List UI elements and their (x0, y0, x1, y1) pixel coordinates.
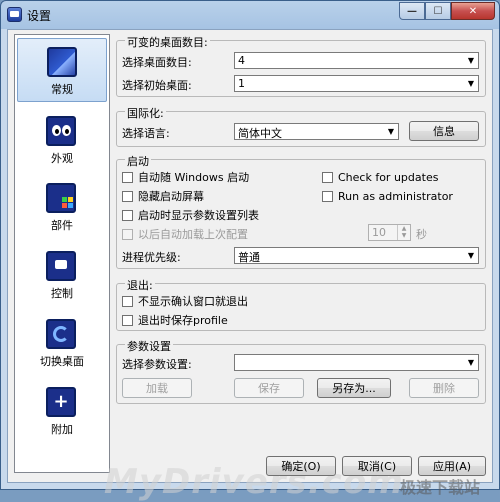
switch-desktop-icon (46, 319, 76, 349)
maximize-icon: ☐ (433, 5, 443, 17)
checkbox-label: 以后自动加载上次配置 (138, 228, 248, 241)
startup-group: 启动 自动随 Windows 启动 Check for updates 隐藏启动… (116, 153, 486, 269)
exit-group: 退出: 不显示确认窗口就退出 退出时保存profile (116, 277, 486, 331)
maximize-button[interactable]: ☐ (425, 2, 451, 20)
nav-item-widgets[interactable]: 部件 (17, 175, 107, 239)
checkbox-box[interactable] (122, 209, 133, 221)
checkbox-label: 隐藏启动屏幕 (138, 190, 204, 203)
select-value: 1 (238, 77, 245, 90)
chevron-down-icon[interactable]: ▼ (384, 124, 398, 139)
desktop-count-label: 选择桌面数目: (122, 56, 192, 69)
caption-buttons: — ☐ ✕ (399, 2, 495, 21)
eyes-icon (46, 116, 76, 146)
checkbox-box[interactable] (322, 190, 333, 202)
initial-desktop-select[interactable]: 1 ▼ (234, 75, 479, 92)
select-value: 4 (238, 54, 245, 67)
nav-item-addon[interactable]: + 附加 (17, 379, 107, 443)
addon-icon: + (46, 387, 76, 417)
delete-button[interactable]: 删除 (409, 378, 479, 398)
checkbox-box[interactable] (122, 314, 133, 326)
category-nav: 常规 外观 部件 控制 切换桌面 + 附加 (14, 34, 110, 473)
checkbox-box[interactable] (322, 171, 333, 183)
nav-item-control[interactable]: 控制 (17, 243, 107, 307)
close-button[interactable]: ✕ (451, 2, 495, 20)
checkbox-label: 不显示确认窗口就退出 (138, 295, 248, 308)
checkbox-box[interactable] (122, 190, 133, 202)
params-group: 参数设置 选择参数设置: ▼ 加载 保存 另存为... 删除 (116, 338, 486, 404)
language-label: 选择语言: (122, 127, 170, 140)
checkbox-label: 退出时保存profile (138, 314, 228, 327)
widgets-icon (46, 183, 76, 213)
nav-item-label: 切换桌面 (40, 355, 84, 368)
run-admin-checkbox[interactable]: Run as administrator (322, 189, 453, 203)
nav-item-label: 附加 (51, 423, 73, 436)
spinner-arrows[interactable]: ▲ ▼ (397, 225, 410, 240)
ok-button[interactable]: 确定(O) (266, 456, 336, 476)
app-icon (7, 7, 22, 22)
desktop-count-select[interactable]: 4 ▼ (234, 52, 479, 69)
chevron-down-icon[interactable]: ▼ (464, 76, 478, 91)
auto-start-checkbox[interactable]: 自动随 Windows 启动 (122, 170, 249, 184)
watermark-site: 极速下载站 (400, 478, 481, 497)
close-icon: ✕ (468, 5, 478, 17)
checkbox-label: Check for updates (338, 170, 439, 184)
language-select[interactable]: 简体中文 ▼ (234, 123, 399, 140)
group-title: 退出: (125, 277, 155, 293)
checkbox-label: 启动时显示参数设置列表 (138, 209, 259, 222)
nav-item-label: 控制 (51, 287, 73, 300)
hide-splash-checkbox[interactable]: 隐藏启动屏幕 (122, 189, 204, 203)
checkbox-box[interactable] (122, 228, 133, 240)
group-title: 可变的桌面数目: (125, 34, 210, 50)
minimize-button[interactable]: — (399, 2, 425, 20)
no-confirm-exit-checkbox[interactable]: 不显示确认窗口就退出 (122, 294, 248, 308)
params-select-label: 选择参数设置: (122, 358, 192, 371)
desktop-icon (47, 47, 77, 77)
group-title: 参数设置 (125, 338, 173, 354)
cancel-button[interactable]: 取消(C) (342, 456, 412, 476)
spin-down-icon[interactable]: ▼ (402, 232, 407, 239)
title-bar[interactable]: 设置 — ☐ ✕ (1, 1, 499, 29)
select-value: 简体中文 (238, 127, 282, 140)
chevron-down-icon[interactable]: ▼ (464, 355, 478, 370)
checkbox-box[interactable] (122, 171, 133, 183)
check-updates-checkbox[interactable]: Check for updates (322, 170, 438, 184)
save-profile-checkbox[interactable]: 退出时保存profile (122, 313, 228, 327)
auto-load-last-checkbox[interactable]: 以后自动加载上次配置 (122, 227, 248, 241)
nav-item-general[interactable]: 常规 (17, 38, 107, 102)
show-params-checkbox[interactable]: 启动时显示参数设置列表 (122, 208, 259, 222)
params-select[interactable]: ▼ (234, 354, 479, 371)
select-value: 普通 (238, 251, 260, 264)
checkbox-label: 自动随 Windows 启动 (138, 171, 250, 184)
window-title: 设置 (27, 9, 52, 23)
i18n-group: 国际化: 选择语言: 简体中文 ▼ 信息 (116, 105, 486, 147)
minimize-icon: — (407, 5, 417, 17)
control-icon (46, 251, 76, 281)
checkbox-box[interactable] (122, 295, 133, 307)
save-button[interactable]: 保存 (234, 378, 304, 398)
nav-item-label: 外观 (51, 152, 73, 165)
delay-spinner[interactable]: 10 ▲ ▼ (368, 224, 411, 241)
spinner-value: 10 (372, 226, 386, 239)
nav-item-label: 部件 (51, 219, 73, 232)
info-button[interactable]: 信息 (409, 121, 479, 141)
apply-button[interactable]: 应用(A) (418, 456, 486, 476)
priority-select[interactable]: 普通 ▼ (234, 247, 479, 264)
group-title: 启动 (125, 153, 151, 169)
group-title: 国际化: (125, 105, 166, 121)
spin-up-icon[interactable]: ▲ (402, 225, 407, 232)
save-as-button[interactable]: 另存为... (317, 378, 391, 398)
checkbox-label: Run as administrator (338, 189, 453, 203)
initial-desktop-label: 选择初始桌面: (122, 79, 192, 92)
chevron-down-icon[interactable]: ▼ (464, 53, 478, 68)
desktops-group: 可变的桌面数目: 选择桌面数目: 4 ▼ 选择初始桌面: 1 ▼ (116, 34, 486, 97)
nav-item-switch-desktop[interactable]: 切换桌面 (17, 311, 107, 375)
priority-label: 进程优先级: (122, 251, 181, 264)
dialog-client: 常规 外观 部件 控制 切换桌面 + 附加 可变的桌面数目: 选择桌面数目: 4… (7, 29, 493, 502)
load-button[interactable]: 加载 (122, 378, 192, 398)
settings-window: 设置 — ☐ ✕ 常规 外观 部件 控制 切换桌面 + 附加 可变的桌面数目: … (0, 0, 500, 502)
delay-unit: 秒 (416, 228, 427, 241)
nav-item-appearance[interactable]: 外观 (17, 108, 107, 172)
nav-item-label: 常规 (51, 83, 73, 96)
chevron-down-icon[interactable]: ▼ (464, 248, 478, 263)
